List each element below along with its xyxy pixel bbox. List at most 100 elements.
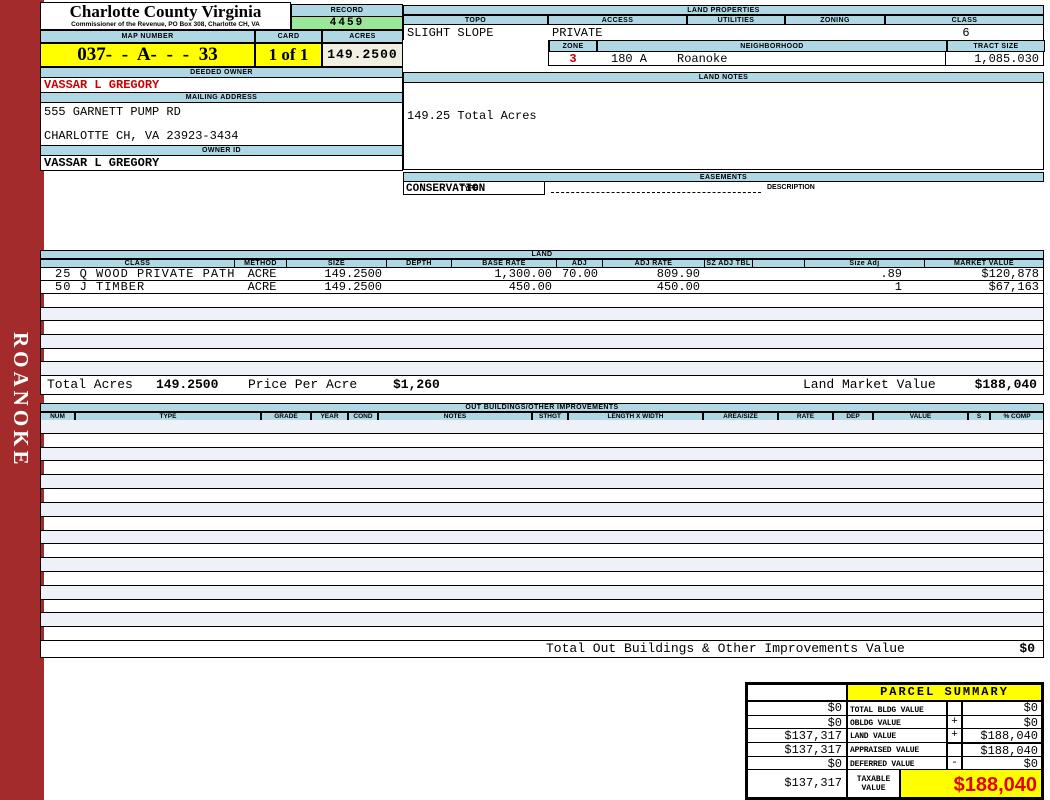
col-size-adj: Size Adj	[805, 259, 925, 268]
empty-row	[41, 461, 1043, 476]
col-sz-adj-tbl: SZ ADJ TBL	[705, 259, 753, 268]
owner-section: DEEDED OWNER VASSAR L GREGORY MAILING AD…	[40, 67, 403, 171]
land-row-depth	[388, 281, 453, 293]
empty-row	[41, 558, 1043, 572]
col-depth: DEPTH	[387, 259, 452, 268]
empty-row	[41, 544, 1043, 559]
empty-row	[41, 613, 1043, 628]
land-table-empty-rows	[40, 294, 1044, 377]
zone-values: 3 180 A Roanoke 1,085.030	[548, 52, 1044, 66]
land-market-value-label: Land Market Value	[803, 377, 936, 392]
acres-value: 149.2500	[322, 43, 403, 67]
deeded-owner-value: VASSAR L GREGORY	[40, 78, 403, 92]
neighborhood-label: NEIGHBORHOOD	[597, 40, 947, 52]
out-buildings-total-value: $0	[1019, 641, 1035, 656]
land-row-size: 149.2500	[324, 267, 382, 281]
easements-row: TYPE CONSERVATION DESCRIPTION	[403, 182, 1044, 195]
land-row-base-rate: 1,300.00	[494, 267, 552, 281]
record-label: RECORD	[291, 4, 403, 17]
topo-value: SLIGHT SLOPE	[407, 26, 494, 40]
map-number-value: 037- - A- - - 33	[40, 43, 255, 67]
land-row-depth	[388, 268, 453, 280]
record-value: 4459	[291, 17, 403, 30]
empty-row	[41, 585, 1043, 600]
empty-row	[41, 489, 1043, 503]
land-row-size-adj: 1	[894, 280, 902, 294]
parcel-summary: PARCEL SUMMARY $0 TOTAL BLDG VALUE $0 $0…	[745, 682, 1044, 800]
land-row-market-value: $67,163	[988, 280, 1039, 294]
land-properties-headers: TOPO ACCESS UTILITIES ZONING CLASS	[403, 15, 1044, 25]
empty-row	[41, 349, 1043, 363]
taxable-label-line1: TAXABLE	[856, 774, 891, 784]
land-totals-row: Total Acres 149.2500 Price Per Acre $1,2…	[40, 376, 1044, 395]
taxable-label-line2: VALUE	[861, 783, 886, 793]
owner-id-label: OWNER ID	[40, 145, 403, 156]
tract-size-label: TRACT SIZE	[947, 40, 1045, 52]
utilities-label: UTILITIES	[687, 15, 785, 25]
land-properties-section: LAND PROPERTIES TOPO ACCESS UTILITIES ZO…	[403, 5, 1045, 66]
empty-row	[41, 600, 1043, 614]
land-properties-title: LAND PROPERTIES	[403, 5, 1044, 15]
easement-type-value: CONSERVATION	[406, 183, 486, 195]
land-table-title: LAND	[40, 250, 1044, 259]
summary-row-total-bldg: $0 TOTAL BLDG VALUE $0	[747, 701, 1042, 718]
land-row-adj-rate: 809.90	[656, 267, 700, 281]
summary-row-land: $137,317 LAND VALUE + $188,040	[747, 728, 1042, 745]
empty-row	[41, 517, 1043, 531]
out-buildings-headers: NUM TYPE GRADE YEAR COND NOTES STHGT LEN…	[40, 412, 1044, 421]
taxable-left-value: $137,317	[747, 769, 847, 798]
summary-row-deferred: $0 DEFERRED VALUE - $0	[747, 756, 1042, 772]
empty-row	[41, 307, 1043, 322]
empty-row	[41, 362, 1043, 377]
land-notes-title: LAND NOTES	[403, 72, 1044, 83]
land-notes-section: LAND NOTES 149.25 Total Acres	[403, 72, 1044, 170]
land-properties-values: SLIGHT SLOPE PRIVATE 6	[403, 25, 1044, 40]
parcel-summary-header: PARCEL SUMMARY	[747, 684, 1042, 701]
col-blank	[753, 259, 805, 268]
empty-row	[41, 502, 1043, 517]
land-market-value-value: $188,040	[974, 377, 1037, 392]
easement-description-cell: DESCRIPTION	[545, 182, 1044, 195]
price-per-acre-label: Price Per Acre	[248, 377, 358, 392]
record-block: RECORD 4459	[291, 4, 403, 30]
land-row-market-value: $120,878	[981, 267, 1039, 281]
parcel-summary-blank	[747, 684, 847, 701]
land-row-sz-adj-tbl	[706, 268, 754, 280]
total-acres-label: Total Acres	[47, 377, 133, 392]
land-row-base-rate: 450.00	[508, 280, 552, 294]
out-buildings-total-row: Total Out Buildings & Other Improvements…	[40, 641, 1044, 658]
land-row-class: 25 Q WOOD PRIVATE PATH	[55, 267, 236, 281]
out-buildings-title: OUT BUILDINGS/OTHER IMPROVEMENTS	[40, 403, 1044, 412]
county-sidebar: ROANOKE	[0, 0, 44, 800]
price-per-acre-value: $1,260	[393, 377, 440, 392]
total-acres-value: 149.2500	[156, 377, 219, 392]
acres-label: ACRES	[322, 30, 403, 43]
land-row-extra	[754, 268, 806, 280]
land-notes-body: 149.25 Total Acres	[403, 83, 1044, 170]
address-line-2: CHARLOTTE CH, VA 23923-3434	[44, 129, 239, 143]
land-row-adj	[558, 281, 604, 293]
empty-row	[41, 420, 1043, 434]
easement-description-line	[551, 192, 761, 193]
empty-row	[41, 294, 1043, 308]
empty-row	[41, 530, 1043, 545]
land-row-adj-rate: 450.00	[656, 280, 700, 294]
empty-row	[41, 434, 1043, 448]
land-row-method: ACRE	[247, 267, 277, 281]
map-number-label: MAP NUMBER	[40, 30, 255, 43]
access-value: PRIVATE	[552, 26, 603, 40]
summary-row-obldg: $0 OBLDG VALUE + $0	[747, 715, 1042, 731]
parcel-id-headers: MAP NUMBER CARD ACRES	[40, 30, 403, 43]
land-row-extra	[754, 281, 806, 293]
owner-id-value: VASSAR L GREGORY	[40, 156, 403, 171]
zone-label: ZONE	[549, 40, 597, 52]
parcel-summary-title: PARCEL SUMMARY	[847, 684, 1042, 701]
county-name: Charlotte County Virginia	[69, 2, 262, 21]
land-row-2: 50 J TIMBER ACRE 149.2500 450.00 450.00 …	[40, 281, 1044, 294]
mailing-address-label: MAILING ADDRESS	[40, 92, 403, 103]
taxable-label: TAXABLE VALUE	[847, 769, 900, 798]
easements-section: EASEMENTS TYPE CONSERVATION DESCRIPTION	[403, 172, 1044, 195]
out-buildings-section: OUT BUILDINGS/OTHER IMPROVEMENTS NUM TYP…	[40, 403, 1044, 658]
topo-label: TOPO	[403, 15, 548, 25]
neighborhood-vertical-label: ROANOKE	[9, 332, 33, 469]
